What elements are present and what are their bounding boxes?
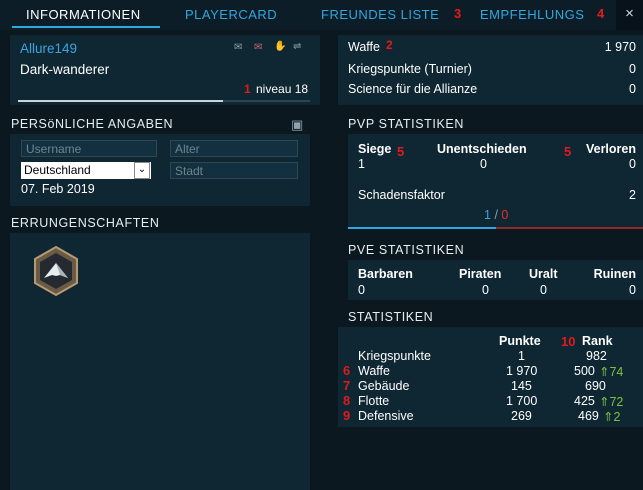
pve-barbarians-value: 0 (358, 283, 365, 297)
pvp-ratio: 1 / 0 (484, 208, 508, 222)
pvp-ratio-loss: 0 (501, 208, 509, 222)
achievements-section-title: ERRUNGENSCHAFTEN (11, 216, 160, 230)
tab-marker-4: 4 (597, 6, 605, 21)
mail-alliance-icon[interactable]: ✉ (254, 42, 262, 53)
pve-barbarians-header: Barbaren (358, 267, 413, 281)
damage-factor-value: 2 (629, 188, 636, 202)
stats-row-points: 145 (511, 379, 532, 393)
pvp-section-title: PVP STATISTIKEN (348, 117, 464, 131)
profile-panel: Allure149 ✉ ✉ ✋ ⇌ Dark-wanderer 1 niveau… (10, 35, 320, 105)
stats-row-marker: 8 (343, 393, 351, 408)
science-value: 0 (629, 82, 636, 96)
tab-playercard[interactable]: PLAYERCARD (185, 7, 277, 22)
rank-up-indicator: ⇑74 (599, 365, 624, 379)
damage-factor-label: Schadensfaktor (358, 188, 445, 202)
tab-marker-3: 3 (454, 6, 462, 21)
stats-panel: Punkte 10 Rank Kriegspunkte 1 982 6 Waff… (338, 327, 643, 427)
pve-ruins-header: Ruinen (593, 267, 636, 281)
weapon-label: Waffe (348, 40, 380, 54)
tab-freundes-liste[interactable]: FREUNDES LISTE (321, 7, 439, 22)
stats-points-header: Punkte (499, 334, 541, 348)
stats-row-label: Waffe (358, 364, 390, 378)
username-field[interactable]: Username (21, 140, 157, 157)
stats-row-label: Flotte (358, 394, 390, 408)
stats-row-rank: 982 (586, 349, 607, 363)
handshake-icon[interactable]: ⇌ (293, 41, 301, 52)
tab-informationen[interactable]: INFORMATIONEN (26, 7, 141, 22)
player-name[interactable]: Allure149 (20, 41, 77, 56)
stats-row-points: 1 970 (506, 364, 538, 378)
city-field[interactable]: Stadt (170, 162, 298, 179)
stats-row-label: Kriegspunkte (358, 349, 431, 363)
pvp-ratio-bar-win (348, 227, 496, 229)
top-stats-panel: Waffe 2 1 970 Kriegspunkte (Turnier) 0 S… (338, 35, 643, 105)
achievement-badge-icon[interactable] (30, 245, 82, 302)
personal-panel: Username Alter Deutschland ⌄ Stadt 07. F… (10, 134, 310, 206)
pvp-ratio-win: 1 (484, 208, 491, 222)
pvp-panel: Siege 5 Unentschieden 5 Verloren 1 0 0 S… (348, 134, 643, 229)
pvp-wins-marker: 5 (397, 144, 405, 159)
pve-panel: Barbaren Piraten Uralt Ruinen 0 0 0 0 (348, 260, 643, 300)
pvp-losses-header: Verloren (585, 142, 636, 156)
pve-ancient-header: Uralt (529, 267, 558, 281)
war-points-value: 0 (629, 62, 636, 76)
pvp-losses-marker: 5 (564, 144, 572, 159)
alliance-name[interactable]: Dark-wanderer (20, 62, 109, 77)
level-marker: 1 (244, 82, 251, 96)
level-label: niveau 18 (256, 82, 309, 96)
stats-row-label: Defensive (358, 409, 414, 423)
stats-row-rank: 469 (578, 409, 599, 423)
stats-section-title: STATISTIKEN (348, 310, 434, 324)
science-label: Science für die Allianze (348, 82, 478, 96)
stats-row-label: Gebäude (358, 379, 410, 393)
pvp-losses-value: 0 (629, 157, 636, 171)
country-select[interactable]: Deutschland ⌄ (21, 162, 151, 179)
tab-bar: INFORMATIONEN PLAYERCARD FREUNDES LISTE … (0, 0, 643, 30)
stats-row-marker: 6 (343, 363, 351, 378)
stats-row-marker: 9 (343, 408, 351, 423)
pvp-draws-header: Unentschieden (437, 142, 527, 156)
pvp-ratio-bar-loss (496, 227, 643, 229)
stats-row-rank: 500 (574, 364, 595, 378)
tab-empfehlungs[interactable]: EMPFEHLUNGS (480, 7, 584, 22)
pve-section-title: PVE STATISTIKEN (348, 243, 465, 257)
rank-up-indicator: ⇑72 (599, 395, 624, 409)
pve-pirates-value: 0 (482, 283, 489, 297)
registration-date: 07. Feb 2019 (21, 182, 95, 196)
pvp-draws-value: 0 (480, 157, 487, 171)
personal-section-title: PERSöNLICHE ANGABEN (11, 117, 174, 131)
age-field[interactable]: Alter (170, 140, 298, 157)
pvp-wins-header: Siege (358, 142, 392, 156)
mail-icon[interactable]: ✉ (234, 42, 242, 53)
save-icon[interactable]: ▣ (291, 117, 303, 133)
weapon-value: 1 970 (604, 40, 636, 54)
weapon-marker: 2 (386, 38, 393, 52)
close-button[interactable]: × (616, 0, 643, 30)
chevron-down-icon[interactable]: ⌄ (134, 162, 150, 179)
achievements-panel (10, 233, 310, 490)
pvp-wins-value: 1 (358, 157, 365, 171)
stats-row-points: 1 (518, 349, 525, 363)
country-select-value: Deutschland (24, 163, 91, 177)
stats-row-marker: 7 (343, 378, 351, 393)
stats-rank-marker: 10 (561, 334, 576, 349)
active-tab-indicator (12, 26, 160, 28)
level-progress-fill (18, 100, 223, 102)
stats-rank-header: Rank (582, 334, 613, 348)
stats-row-rank: 690 (585, 379, 606, 393)
thumbs-down-icon[interactable]: ✋ (274, 41, 286, 52)
pve-pirates-header: Piraten (459, 267, 502, 281)
pve-ruins-value: 0 (629, 283, 636, 297)
pve-ancient-value: 0 (540, 283, 547, 297)
stats-row-points: 269 (511, 409, 532, 423)
war-points-label: Kriegspunkte (Turnier) (348, 62, 472, 76)
rank-up-indicator: ⇑2 (603, 410, 621, 424)
stats-row-rank: 425 (574, 394, 595, 408)
pvp-ratio-separator: / (494, 208, 498, 222)
stats-row-points: 1 700 (506, 394, 538, 408)
